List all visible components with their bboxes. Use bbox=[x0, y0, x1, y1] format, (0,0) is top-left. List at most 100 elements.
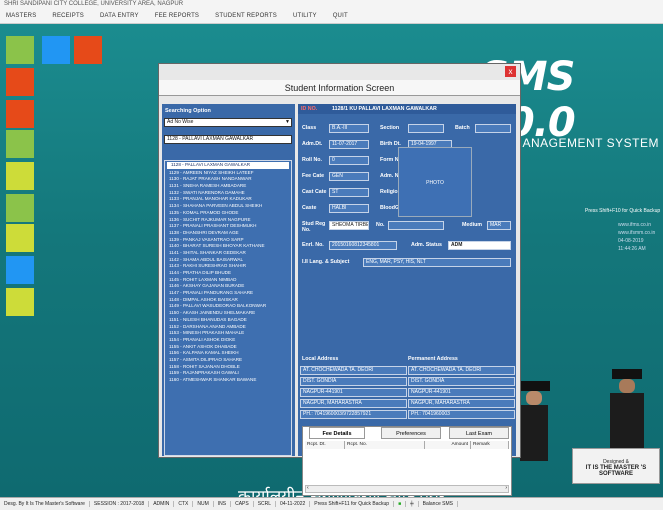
student-list[interactable]: 1128 - PALLAVI LAXMAN GAWALKAR 1129 - AMR… bbox=[164, 160, 292, 456]
tile-4[interactable] bbox=[6, 100, 34, 128]
list-item[interactable]: 1129 - AMREEN NIYAZ SHEIKH LATEEF bbox=[165, 170, 291, 177]
section-field[interactable] bbox=[408, 124, 444, 133]
adm-date-field[interactable]: 11-07-2017 bbox=[329, 140, 369, 149]
tile-6[interactable] bbox=[6, 162, 34, 190]
search-input[interactable]: 1128 - PALLAVI LAXMAN GAWALKAR bbox=[164, 135, 292, 144]
tile-3[interactable] bbox=[6, 68, 34, 96]
tab-preferences[interactable]: Preferences bbox=[381, 427, 441, 439]
list-item[interactable]: 1134 - SHAHANA PARVEEN ABDUL SHEIKH bbox=[165, 203, 291, 210]
medium-label: Medium bbox=[462, 222, 483, 228]
menu-student-reports[interactable]: STUDENT REPORTS bbox=[215, 13, 277, 19]
scroll-right-icon[interactable]: › bbox=[505, 485, 507, 491]
list-item[interactable]: 1150 - AKASH JAINENDU SHELMAKARE bbox=[165, 310, 291, 317]
menu-data-entry[interactable]: DATA ENTRY bbox=[100, 13, 139, 19]
list-item[interactable]: 1147 - PRANALI PANDURANG SAHARE bbox=[165, 290, 291, 297]
list-item[interactable]: 1128 - PALLAVI LAXMAN GAWALKAR bbox=[167, 162, 289, 169]
list-item[interactable]: 1158 - ROHIT SAJANAN DHOBLE bbox=[165, 364, 291, 371]
horizontal-scrollbar[interactable]: ‹ › bbox=[305, 485, 509, 493]
list-item[interactable]: 1137 - PRANALI PRASHANT DESHMUKH bbox=[165, 223, 291, 230]
caste-field[interactable]: HALBI bbox=[329, 204, 369, 213]
menu-masters[interactable]: MASTERS bbox=[6, 13, 36, 19]
stud-reg-field[interactable]: SHEOMA TIRBE bbox=[329, 221, 369, 230]
list-item[interactable]: 1151 - NILESH BHANUDAS BAGADE bbox=[165, 317, 291, 324]
list-item[interactable]: 1145 - ROHIT LAXMAN NIMBAD bbox=[165, 277, 291, 284]
permanent-address-line[interactable]: AT. CHOCHEWADA TA. DEORI bbox=[408, 366, 515, 375]
list-item[interactable]: 1148 - DIMPAL ASHOK BAISKAR bbox=[165, 297, 291, 304]
local-address-line[interactable]: NAGPUR-441901 bbox=[300, 388, 407, 397]
tile-10[interactable] bbox=[6, 288, 34, 316]
backup-icon[interactable]: ■ bbox=[394, 501, 407, 507]
permanent-address-line[interactable]: PH.: 7041960003 bbox=[408, 410, 515, 419]
list-item[interactable]: 1138 - DHANSHRI DEVRAM AGE bbox=[165, 230, 291, 237]
list-item[interactable]: 1132 - SWATI NARENDRA DAMAHE bbox=[165, 190, 291, 197]
list-item[interactable]: 1149 - PALLAVI WASUDEORAO BALKONWAR bbox=[165, 303, 291, 310]
list-item[interactable]: 1142 - SHAMA ABDUL BAISARWAL bbox=[165, 257, 291, 264]
class-field[interactable]: B.A.-III bbox=[329, 124, 369, 133]
status-balance-sms[interactable]: Balance SMS bbox=[419, 501, 458, 507]
no-field[interactable] bbox=[388, 221, 444, 230]
enrollment-label: Enrl. No. bbox=[302, 242, 324, 248]
list-item[interactable]: 1130 - RAJAT PRAKASH NANDANWAR bbox=[165, 176, 291, 183]
network-icon[interactable]: ╪ bbox=[406, 501, 419, 507]
local-address-line[interactable]: NAGPUR, MAHARASTRA bbox=[300, 399, 407, 408]
tile-0[interactable] bbox=[6, 36, 34, 64]
list-item[interactable]: 1133 - PRANJAL MANOHAR KADUKAR bbox=[165, 196, 291, 203]
roll-field[interactable]: 0 bbox=[329, 156, 369, 165]
status-bar: Desg. By It Is The Master's Software SES… bbox=[0, 497, 663, 510]
list-item[interactable]: 1139 - PANKAJ VASANTRAO SARP bbox=[165, 237, 291, 244]
list-item[interactable]: 1160 - ATMESHWAR SHANKAR BAWANE bbox=[165, 377, 291, 384]
col-rcpt-date: Rcpt. Dt. bbox=[305, 441, 345, 449]
scroll-left-icon[interactable]: ‹ bbox=[307, 485, 309, 491]
list-item[interactable]: 1157 - ASMITA DILIPRAO SAHARE bbox=[165, 357, 291, 364]
fee-category-field[interactable]: GEN bbox=[329, 172, 369, 181]
status-caps: CAPS bbox=[231, 501, 254, 507]
menu-receipts[interactable]: RECEIPTS bbox=[52, 13, 84, 19]
permanent-address-line[interactable]: NAGPUR-441901 bbox=[408, 388, 515, 397]
tile-9[interactable] bbox=[6, 256, 34, 284]
enrollment-field[interactable]: 20150160812345801 bbox=[329, 241, 397, 250]
search-by-select[interactable]: Ad No Wise ▼ bbox=[164, 118, 292, 127]
tab-last-exam[interactable]: Last Exam bbox=[449, 427, 509, 439]
local-address-line[interactable]: AT. CHOCHEWADA TA. DEORI bbox=[300, 366, 407, 375]
status-session: SESSION : 2017-2018 bbox=[90, 501, 150, 507]
link-2[interactable]: www.ifsmm.co.in bbox=[618, 229, 663, 237]
link-1[interactable]: www.ifms.co.in bbox=[618, 221, 663, 229]
list-item[interactable]: 1156 - KALPANA KAMAL SHEIKH bbox=[165, 350, 291, 357]
student-photo[interactable]: PHOTO bbox=[398, 147, 472, 217]
cast-category-field[interactable]: ST bbox=[329, 188, 369, 197]
list-item[interactable]: 1159 - RAJANPRAKASH GAWALI bbox=[165, 370, 291, 377]
close-icon[interactable]: x bbox=[505, 66, 516, 77]
local-address-line[interactable]: DIST. GONDIA bbox=[300, 377, 407, 386]
status-field[interactable]: ADM bbox=[448, 241, 511, 250]
list-item[interactable]: 1140 - BHARAT SURESH BHOYAR KATHANE bbox=[165, 243, 291, 250]
list-item[interactable]: 1141 - SHITAL SHANKAR GEDEKAR bbox=[165, 250, 291, 257]
list-item[interactable]: 1144 - PRATHA DILIP BHUDE bbox=[165, 270, 291, 277]
list-item[interactable]: 1153 - MINESH PRAKASH MAHALE bbox=[165, 330, 291, 337]
tile-8[interactable] bbox=[6, 224, 34, 252]
status-label: Adm. Status bbox=[411, 242, 442, 248]
subject-field[interactable]: ENG, MAR, PSY, HIS, NLT bbox=[363, 258, 511, 267]
list-item[interactable]: 1155 - ANKIT ASHOK DHABADE bbox=[165, 344, 291, 351]
tile-1[interactable] bbox=[42, 36, 70, 64]
list-item[interactable]: 1131 - SNEHA RAMESH AMBADARE bbox=[165, 183, 291, 190]
permanent-address-line[interactable]: NAGPUR, MAHARASTRA bbox=[408, 399, 515, 408]
menu-utility[interactable]: UTILITY bbox=[293, 13, 317, 19]
list-item[interactable]: 1136 - SUCHIT RAJKUMAR NAGPURE bbox=[165, 217, 291, 224]
list-item[interactable]: 1135 - KOMAL PRAMOD GHODE bbox=[165, 210, 291, 217]
list-item[interactable]: 1146 - AKSHAY GAJANAN BURADE bbox=[165, 283, 291, 290]
tab-fee-details[interactable]: Fee Details bbox=[309, 427, 365, 439]
list-item[interactable]: 1143 - RAKHI SURESHRAO SHAHIR bbox=[165, 263, 291, 270]
menu-quit[interactable]: QUIT bbox=[333, 13, 348, 19]
local-address-line[interactable]: PH.: 7041960003/9722857921 bbox=[300, 410, 407, 419]
list-item[interactable]: 1152 - DARSHANA ANAND AMBADE bbox=[165, 324, 291, 331]
permanent-address-line[interactable]: DIST. GONDIA bbox=[408, 377, 515, 386]
medium-field[interactable]: MAR bbox=[487, 221, 511, 230]
list-item[interactable]: 1154 - PRANALI ASHOK DIOKE bbox=[165, 337, 291, 344]
tile-2[interactable] bbox=[74, 36, 102, 64]
batch-field[interactable] bbox=[475, 124, 511, 133]
menu-fee-reports[interactable]: FEE REPORTS bbox=[155, 13, 199, 19]
tile-7[interactable] bbox=[6, 194, 34, 222]
header-label: ID NO. bbox=[301, 106, 318, 112]
logo-subtitle: MANAGEMENT SYSTEM bbox=[512, 136, 659, 150]
tile-5[interactable] bbox=[6, 130, 34, 158]
